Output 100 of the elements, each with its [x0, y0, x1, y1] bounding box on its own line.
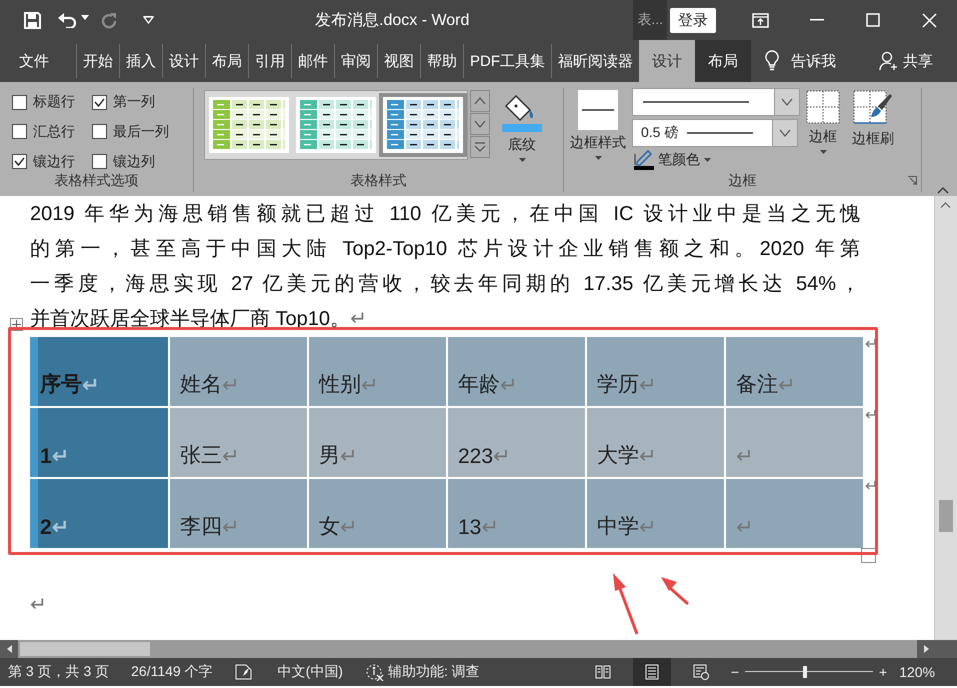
more-icon[interactable]	[474, 142, 486, 152]
pen-color-button[interactable]: 笔颜色	[658, 151, 700, 169]
customize-icon[interactable]	[143, 16, 154, 24]
close-icon[interactable]	[922, 12, 936, 28]
gallery-up-button[interactable]	[470, 90, 490, 112]
accessibility-icon[interactable]	[364, 663, 385, 681]
chevron-down-icon[interactable]	[474, 120, 486, 128]
table-cell: 性别↵	[309, 337, 446, 406]
chevron-down-icon[interactable]	[781, 98, 793, 106]
checkbox[interactable]	[92, 94, 107, 110]
table-cell: 大学↵	[587, 408, 724, 477]
table-style-option[interactable]	[383, 97, 463, 153]
table-cell: 女↵	[309, 479, 446, 548]
book-icon[interactable]	[594, 664, 611, 680]
undo-icon[interactable]	[57, 12, 77, 28]
horizontal-scrollbar-thumb[interactable]	[20, 642, 150, 656]
collapse-ribbon-icon[interactable]	[937, 187, 949, 194]
line-sample-icon	[641, 100, 751, 104]
checkbox[interactable]	[12, 94, 27, 110]
maximize-icon[interactable]	[866, 13, 880, 27]
checkbox[interactable]	[92, 124, 107, 140]
borders-grid-icon[interactable]	[806, 90, 840, 124]
vertical-scrollbar[interactable]	[934, 196, 957, 640]
caret-icon[interactable]	[81, 14, 89, 20]
checkbox-label[interactable]: 汇总行	[33, 122, 75, 141]
ribbon-tab[interactable]: 视图	[377, 44, 420, 78]
page-count: 第 3 页，共 3 页	[8, 663, 110, 681]
zoom-level[interactable]: 120%	[899, 664, 935, 680]
table-style-option[interactable]	[209, 97, 289, 153]
scroll-left-button[interactable]	[0, 640, 18, 658]
table-cell: 姓名↵	[170, 337, 307, 406]
chevron-up-icon[interactable]	[474, 97, 486, 105]
ribbon-tab[interactable]: 设计	[639, 40, 695, 82]
person-add-icon[interactable]	[879, 51, 899, 71]
checkbox-label[interactable]: 最后一列	[113, 122, 169, 141]
caret-icon[interactable]	[820, 150, 826, 154]
scroll-right-icon[interactable]	[924, 645, 928, 653]
border-painter-button[interactable]: 边框刷	[852, 130, 894, 148]
caret-icon[interactable]	[594, 156, 602, 160]
shading-button[interactable]: 底纹	[508, 136, 536, 154]
ribbon-tab[interactable]: 引用	[248, 44, 291, 78]
zoom-slider[interactable]	[745, 666, 873, 678]
body-paragraph: 2019 年华为海思销售额就已超过 110 亿美元，在中国 IC 设计业中是当之无愧 的第一，甚至高于中国大陆 Top2-Top10 芯片设计企业销售额之和。2020 年第 一季度，海思实现 27 亿美元的营收，较去年同期的 17.35 亿美元增长达 54%， 并首次跃居全球半导体厂商 Top10。↵	[30, 202, 860, 332]
ribbon-tab[interactable]: PDF工具集	[463, 44, 551, 78]
tell-me-link[interactable]: 告诉我	[791, 52, 836, 70]
ribbon-tab[interactable]: 布局	[205, 44, 248, 78]
pen-icon[interactable]	[634, 150, 654, 170]
checkbox-label[interactable]: 镶边列	[113, 152, 155, 171]
borders-button[interactable]: 边框	[809, 128, 837, 146]
checkbox[interactable]	[12, 154, 27, 170]
checkbox-label[interactable]: 标题行	[33, 93, 75, 112]
border-styles-button[interactable]: 边框样式	[570, 134, 626, 152]
ribbon-tab[interactable]: 设计	[162, 44, 205, 78]
table-cell: 张三↵	[170, 408, 307, 477]
save-icon[interactable]	[24, 12, 41, 28]
ribbon-tab[interactable]: 开始	[76, 44, 119, 78]
table-cell: 年龄↵	[448, 337, 585, 406]
proofing-icon[interactable]	[234, 664, 253, 680]
caret-icon[interactable]	[704, 158, 711, 162]
line-style-dropdown[interactable]	[632, 88, 800, 116]
accessibility-status[interactable]: 辅助功能: 调查	[388, 663, 480, 681]
paint-bucket-icon[interactable]	[502, 92, 542, 132]
scroll-right-button[interactable]	[917, 640, 935, 658]
zoom-slider-thumb[interactable]	[803, 666, 808, 678]
share-button[interactable]: 共享	[903, 52, 933, 70]
ribbon-tab[interactable]: 文件	[0, 40, 76, 82]
lightbulb-icon[interactable]	[765, 50, 779, 72]
ribbon-tab[interactable]: 审阅	[334, 44, 377, 78]
zoom-out-button[interactable]: −	[730, 664, 739, 680]
table-cell: 中学↵	[587, 479, 724, 548]
ribbon-tab[interactable]: 插入	[119, 44, 162, 78]
table-style-option[interactable]	[296, 97, 376, 153]
table-cell: 备注↵	[726, 337, 863, 406]
ribbon-display-icon[interactable]	[752, 12, 769, 28]
ribbon-tab[interactable]: 帮助	[420, 44, 463, 78]
gallery-down-button[interactable]	[470, 113, 490, 135]
zoom-in-button[interactable]: +	[879, 664, 888, 680]
line-weight-dropdown[interactable]: 0.5 磅	[632, 119, 798, 147]
border-painter-icon[interactable]	[853, 90, 893, 126]
page-icon[interactable]	[644, 664, 660, 680]
vertical-scrollbar-thumb[interactable]	[939, 500, 953, 532]
language-label[interactable]: 中文(中国)	[278, 663, 343, 681]
dialog-launcher-icon[interactable]	[908, 176, 917, 185]
scroll-left-icon[interactable]	[6, 645, 12, 653]
sign-in-button[interactable]: 登录	[670, 8, 716, 32]
annotation-arrow	[660, 576, 690, 606]
chevron-down-icon[interactable]	[779, 129, 791, 137]
gallery-more-button[interactable]	[470, 136, 490, 158]
checkbox[interactable]	[12, 124, 27, 140]
caret-icon[interactable]	[518, 158, 526, 162]
print-view-button[interactable]	[632, 658, 671, 686]
table-cell: 223↵	[448, 408, 585, 477]
checkbox-label[interactable]: 第一列	[113, 93, 155, 112]
scroll-up-icon[interactable]	[940, 202, 951, 208]
minimize-icon[interactable]	[810, 19, 824, 21]
checkbox[interactable]	[92, 154, 107, 170]
web-page-icon[interactable]	[692, 664, 709, 680]
ribbon-tab[interactable]: 邮件	[291, 44, 334, 78]
checkbox-label[interactable]: 镶边行	[33, 152, 75, 171]
ribbon-tab[interactable]: 布局	[695, 40, 751, 82]
